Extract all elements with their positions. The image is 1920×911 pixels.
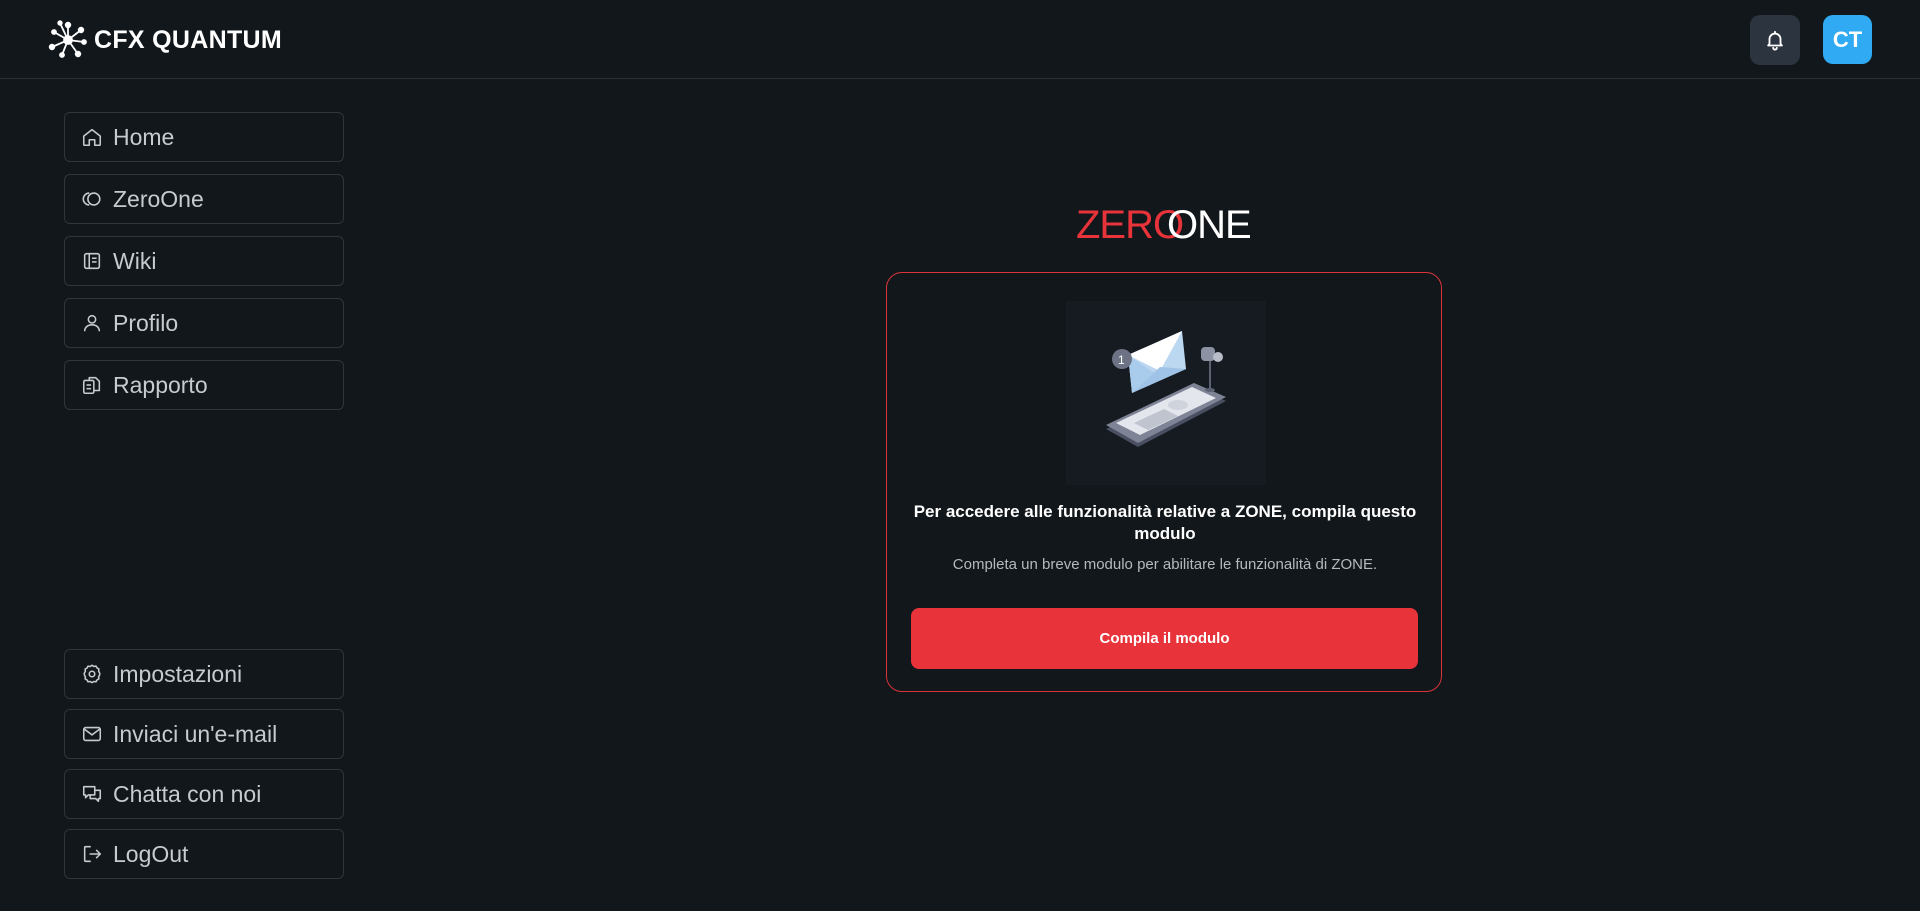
illustration-badge: 1 bbox=[1118, 353, 1125, 367]
sidebar-item-home[interactable]: Home bbox=[64, 112, 344, 162]
sidebar-item-chat[interactable]: Chatta con noi bbox=[64, 769, 344, 819]
bell-icon bbox=[1767, 30, 1783, 51]
book-icon bbox=[81, 250, 103, 272]
sidebar-item-label: ZeroOne bbox=[113, 185, 204, 212]
sidebar-item-label: Home bbox=[113, 123, 175, 150]
sidebar-item-zeroone[interactable]: ZeroOne bbox=[64, 174, 344, 224]
brand-name: CFX QUANTUM bbox=[94, 25, 283, 54]
sidebar-item-wiki[interactable]: Wiki bbox=[64, 236, 344, 286]
sidebar-item-label: Impostazioni bbox=[113, 660, 243, 687]
notifications-button[interactable] bbox=[1750, 15, 1800, 65]
logo-part-one: ONE bbox=[1167, 203, 1251, 247]
sidebar-item-label: Profilo bbox=[113, 309, 179, 336]
quantum-logo-icon bbox=[48, 20, 87, 58]
user-avatar[interactable]: CT bbox=[1823, 15, 1872, 64]
envelope-phone-illustration: 1 bbox=[1066, 301, 1266, 485]
zeroone-logo: ZERO ONE bbox=[1074, 198, 1254, 248]
home-icon bbox=[81, 126, 103, 148]
user-icon bbox=[81, 312, 103, 334]
sidebar-item-impostazioni[interactable]: Impostazioni bbox=[64, 649, 344, 699]
zeroone-icon bbox=[81, 188, 103, 210]
card-title: Per accedere alle funzionalità relative … bbox=[913, 502, 1417, 543]
sidebar-item-label: Chatta con noi bbox=[113, 780, 262, 807]
sidebar-item-label: Wiki bbox=[113, 247, 157, 274]
chat-icon bbox=[81, 783, 103, 805]
zone-access-card: 1 Per accedere alle funzionalità relativ… bbox=[886, 272, 1442, 692]
mail-icon bbox=[81, 723, 103, 745]
top-header: CFX QUANTUM CT bbox=[0, 0, 1920, 79]
sidebar-item-profilo[interactable]: Profilo bbox=[64, 298, 344, 348]
sidebar-item-label: Inviaci un'e-mail bbox=[113, 720, 278, 747]
sidebar-item-logout[interactable]: LogOut bbox=[64, 829, 344, 879]
sidebar-item-label: Rapporto bbox=[113, 371, 208, 398]
card-subtitle: Completa un breve modulo per abilitare l… bbox=[952, 556, 1378, 573]
report-icon bbox=[81, 374, 103, 396]
sidebar-item-label: LogOut bbox=[113, 840, 189, 867]
sidebar-item-email[interactable]: Inviaci un'e-mail bbox=[64, 709, 344, 759]
compile-form-button[interactable]: Compila il modulo bbox=[911, 608, 1418, 669]
sidebar-item-rapporto[interactable]: Rapporto bbox=[64, 360, 344, 410]
logout-icon bbox=[81, 843, 103, 865]
gear-icon bbox=[81, 663, 103, 685]
brand[interactable]: CFX QUANTUM bbox=[48, 20, 282, 60]
